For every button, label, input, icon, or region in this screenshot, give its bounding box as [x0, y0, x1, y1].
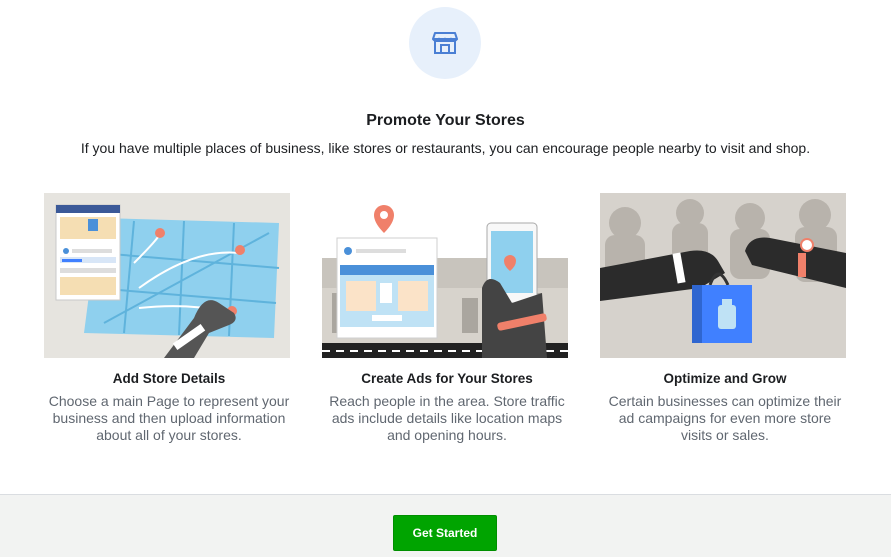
- shopping-bag-handoff-illustration: [600, 193, 846, 358]
- card-title: Optimize and Grow: [663, 371, 787, 386]
- store-icon: [432, 32, 458, 54]
- page-title: Promote Your Stores: [366, 112, 525, 129]
- page-subtitle: If you have multiple places of business,…: [80, 140, 811, 156]
- card-title: Add Store Details: [112, 371, 226, 386]
- storefront-phone-map-illustration: [322, 193, 568, 358]
- get-started-button[interactable]: Get Started: [393, 515, 497, 551]
- promote-stores-page: Promote Your Stores If you have multiple…: [0, 0, 891, 557]
- card-optimize-grow: Optimize and Grow Certain businesses can…: [600, 193, 850, 444]
- card-description: Reach people in the area. Store traffic …: [329, 393, 565, 443]
- card-create-ads: Create Ads for Your Stores Reach people …: [322, 193, 572, 444]
- footer-bar: Get Started: [0, 494, 891, 557]
- card-description: Certain businesses can optimize their ad…: [608, 393, 842, 443]
- hand-on-map-illustration: [44, 193, 290, 358]
- store-icon-circle: [409, 7, 481, 79]
- card-description: Choose a main Page to represent your bus…: [48, 393, 290, 443]
- card-add-store-details: Add Store Details Choose a main Page to …: [44, 193, 294, 444]
- card-title: Create Ads for Your Stores: [361, 371, 533, 386]
